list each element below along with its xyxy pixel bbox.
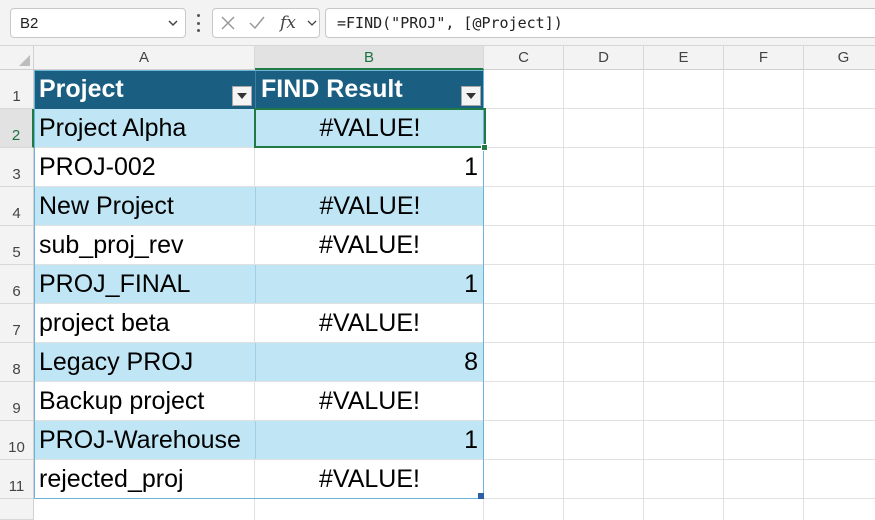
project-cell[interactable]: PROJ-002 <box>34 148 255 186</box>
worksheet-grid[interactable]: A B C D E F G 1 2 3 4 5 6 7 8 9 10 11 Pr… <box>0 46 875 520</box>
select-all-button[interactable] <box>0 46 34 70</box>
table-header-find-result[interactable]: FIND Result <box>255 70 484 109</box>
find-result-cell[interactable]: #VALUE! <box>255 460 484 498</box>
column-header-c[interactable]: C <box>484 46 564 70</box>
name-box[interactable]: B2 <box>10 8 186 38</box>
find-result-cell[interactable]: 1 <box>255 265 484 303</box>
find-result-cell[interactable]: 8 <box>255 343 484 381</box>
column-header-g[interactable]: G <box>804 46 875 70</box>
row-header-6[interactable]: 6 <box>0 265 34 304</box>
formula-input[interactable]: =FIND("PROJ", [@Project]) <box>325 8 875 38</box>
gridline <box>643 70 644 520</box>
project-cell[interactable]: New Project <box>34 187 255 225</box>
project-cell[interactable]: project beta <box>34 304 255 342</box>
project-cell[interactable]: rejected_proj <box>34 460 255 498</box>
row-header-8[interactable]: 8 <box>0 343 34 382</box>
cancel-icon <box>221 16 235 30</box>
find-result-cell[interactable]: #VALUE! <box>255 304 484 342</box>
gridline <box>723 70 724 520</box>
name-box-value: B2 <box>20 14 39 32</box>
row-header-12[interactable] <box>0 499 34 520</box>
find-result-cell[interactable]: #VALUE! <box>255 187 484 225</box>
table-resize-handle[interactable] <box>478 493 484 499</box>
fx-label: fx <box>280 13 296 33</box>
enter-button[interactable] <box>243 9 271 37</box>
project-cell[interactable]: PROJ_FINAL <box>34 265 255 303</box>
find-result-cell[interactable]: #VALUE! <box>255 226 484 264</box>
row-header-3[interactable]: 3 <box>0 148 34 187</box>
column-header-a[interactable]: A <box>34 46 255 70</box>
filter-dropdown-icon[interactable] <box>232 86 252 106</box>
cancel-button[interactable] <box>213 9 243 37</box>
function-dropdown[interactable] <box>305 9 319 37</box>
row-header-7[interactable]: 7 <box>0 304 34 343</box>
find-result-cell[interactable]: #VALUE! <box>255 109 484 147</box>
project-cell[interactable]: PROJ-Warehouse <box>34 421 255 459</box>
insert-function-icon[interactable]: fx <box>271 9 305 37</box>
row-header-4[interactable]: 4 <box>0 187 34 226</box>
project-cell[interactable]: Backup project <box>34 382 255 420</box>
table-header-label: FIND Result <box>261 75 403 103</box>
find-result-cell[interactable]: 1 <box>255 421 484 459</box>
row-header-11[interactable]: 11 <box>0 460 34 499</box>
row-header-9[interactable]: 9 <box>0 382 34 421</box>
table-header-project[interactable]: Project <box>34 70 255 109</box>
check-icon <box>249 16 265 30</box>
more-vertical-icon[interactable] <box>195 14 201 32</box>
column-header-d[interactable]: D <box>564 46 644 70</box>
chevron-down-icon <box>307 20 317 26</box>
row-header-10[interactable]: 10 <box>0 421 34 460</box>
formula-bar: B2 fx =FIND("PROJ", [@Project]) <box>0 0 875 46</box>
table-header-label: Project <box>39 75 124 103</box>
find-result-cell[interactable]: 1 <box>255 148 484 186</box>
column-header-b[interactable]: B <box>255 46 484 70</box>
gridline <box>803 70 804 520</box>
project-cell[interactable]: Project Alpha <box>34 109 255 147</box>
filter-dropdown-icon[interactable] <box>461 86 481 106</box>
gridline <box>563 70 564 520</box>
row-header-1[interactable]: 1 <box>0 70 34 109</box>
column-header-f[interactable]: F <box>724 46 804 70</box>
find-result-cell[interactable]: #VALUE! <box>255 382 484 420</box>
gridline <box>34 498 875 499</box>
row-header-2[interactable]: 2 <box>0 109 34 148</box>
project-cell[interactable]: sub_proj_rev <box>34 226 255 264</box>
column-header-e[interactable]: E <box>644 46 724 70</box>
fill-handle[interactable] <box>481 144 488 151</box>
project-cell[interactable]: Legacy PROJ <box>34 343 255 381</box>
formula-buttons: fx <box>212 8 320 38</box>
chevron-down-icon[interactable] <box>167 17 179 29</box>
row-header-5[interactable]: 5 <box>0 226 34 265</box>
